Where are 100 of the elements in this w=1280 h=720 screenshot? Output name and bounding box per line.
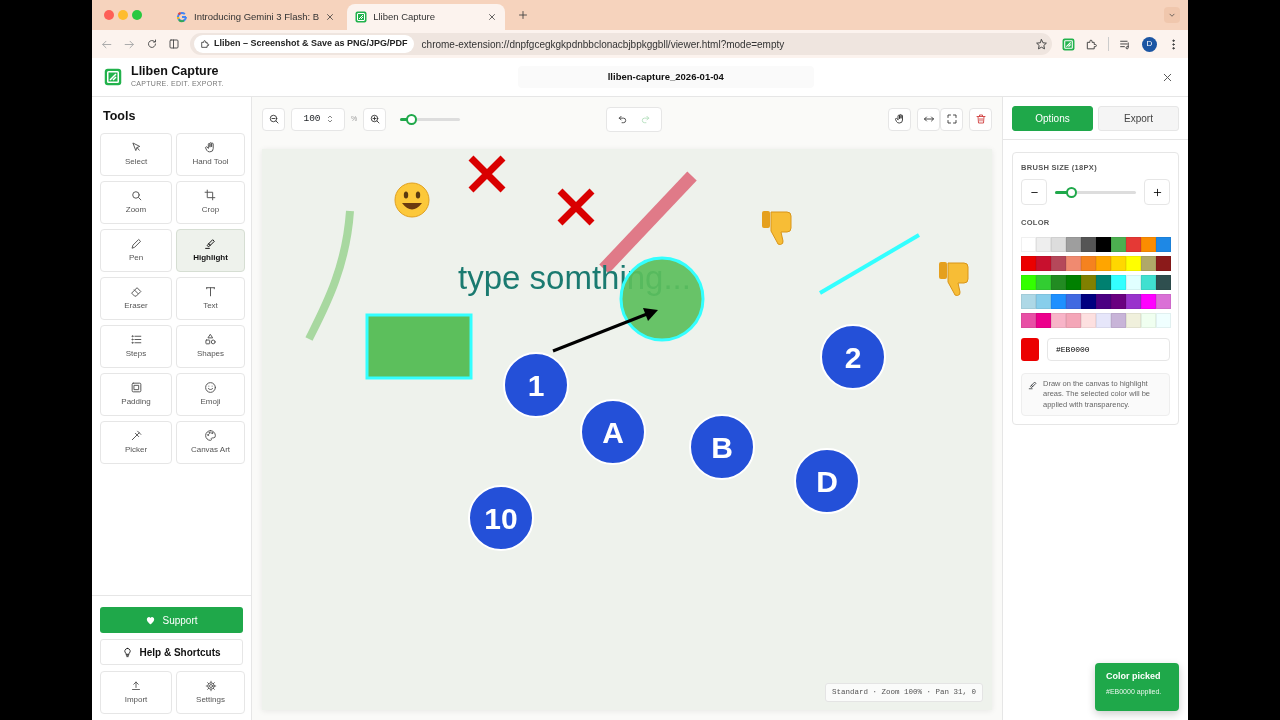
close-window-button[interactable] [104, 10, 114, 20]
color-swatch[interactable] [1066, 293, 1081, 309]
color-swatch[interactable] [1141, 293, 1156, 309]
color-swatch[interactable] [1141, 236, 1156, 252]
color-swatch[interactable] [1066, 255, 1081, 271]
color-swatch[interactable] [1021, 312, 1036, 328]
tool-button[interactable]: Emoji [176, 373, 245, 416]
color-swatch[interactable] [1096, 293, 1111, 309]
tool-button[interactable]: Highlight [176, 229, 245, 272]
color-swatch[interactable] [1156, 236, 1171, 252]
tool-button[interactable]: Canvas Art [176, 421, 245, 464]
color-swatch[interactable] [1126, 274, 1141, 290]
color-swatch[interactable] [1126, 293, 1141, 309]
color-swatch[interactable] [1111, 236, 1126, 252]
thumbs-down-icon [939, 262, 969, 297]
color-swatch[interactable] [1111, 274, 1126, 290]
color-swatch[interactable] [1081, 274, 1096, 290]
help-button[interactable]: Help & Shortcuts [100, 639, 243, 665]
color-swatch[interactable] [1111, 312, 1126, 328]
close-icon[interactable] [487, 12, 498, 22]
spinner-icon[interactable] [326, 114, 333, 124]
color-swatch[interactable] [1021, 274, 1036, 290]
puzzle-icon[interactable] [1085, 37, 1098, 51]
extension-icon[interactable] [1062, 37, 1075, 51]
color-swatch[interactable] [1051, 236, 1066, 252]
new-tab-icon[interactable] [517, 9, 530, 21]
color-swatch[interactable] [1156, 312, 1171, 328]
side-panel-icon[interactable] [168, 38, 180, 50]
color-swatch[interactable] [1126, 312, 1141, 328]
color-swatch[interactable] [1081, 255, 1096, 271]
zoom-out-button[interactable] [262, 107, 285, 131]
site-chip[interactable]: Lliben – Screenshot & Save as PNG/JPG/PDF [194, 35, 414, 53]
star-icon[interactable] [1035, 37, 1048, 51]
eraser-icon [129, 285, 143, 298]
tool-button[interactable]: Steps [100, 325, 172, 368]
address-bar[interactable]: Lliben – Screenshot & Save as PNG/JPG/PDF chrome-extension://dnpfgcegkgkpdnbbclonacbjbpkggbll/viewer.html?mode=empty [190, 33, 1052, 55]
tool-button[interactable]: Text [176, 277, 245, 320]
color-swatch[interactable] [1141, 274, 1156, 290]
tool-button[interactable]: Crop [176, 181, 245, 224]
color-swatch[interactable] [1051, 274, 1066, 290]
eyedropper-icon [129, 429, 143, 442]
settings-icon [204, 679, 217, 692]
color-swatch[interactable] [1111, 293, 1126, 309]
color-swatch[interactable] [1066, 312, 1081, 328]
color-swatch[interactable] [1081, 293, 1096, 309]
color-swatch[interactable] [1096, 255, 1111, 271]
tool-button[interactable]: Eraser [100, 277, 172, 320]
zoom-in-button[interactable] [363, 107, 387, 131]
color-swatch[interactable] [1036, 312, 1051, 328]
color-swatch[interactable] [1036, 293, 1051, 309]
color-swatch[interactable] [1096, 236, 1111, 252]
color-swatch[interactable] [1141, 255, 1156, 271]
tool-button[interactable]: Padding [100, 373, 172, 416]
color-swatch[interactable] [1081, 312, 1096, 328]
fullscreen-button[interactable] [940, 107, 963, 131]
maximize-window-button[interactable] [132, 10, 142, 20]
delete-button[interactable] [969, 107, 992, 131]
browser-tab[interactable]: Introducing Gemini 3 Flash: B [168, 4, 344, 30]
profile-avatar[interactable]: D [1142, 36, 1157, 52]
color-swatch[interactable] [1096, 312, 1111, 328]
pan-button[interactable] [888, 107, 911, 131]
color-swatch[interactable] [1156, 255, 1171, 271]
slider-thumb[interactable] [406, 113, 418, 125]
color-swatch[interactable] [1141, 312, 1156, 328]
zoom-field[interactable]: 100 [291, 107, 345, 131]
tool-button[interactable]: Hand Tool [176, 133, 245, 176]
color-swatch[interactable] [1081, 236, 1096, 252]
current-color-swatch[interactable] [1021, 337, 1039, 361]
tool-button[interactable]: Pen [100, 229, 172, 272]
color-swatch[interactable] [1021, 255, 1036, 271]
tool-button[interactable]: Picker [100, 421, 172, 464]
import-button[interactable]: Import [100, 671, 172, 714]
color-swatch[interactable] [1051, 312, 1066, 328]
browser-tab[interactable]: Lliben Capture [347, 4, 506, 30]
color-swatch[interactable] [1036, 255, 1051, 271]
reload-icon[interactable] [146, 38, 158, 50]
tool-button[interactable]: Zoom [100, 181, 172, 224]
panel-tab[interactable]: Export [1098, 106, 1179, 131]
fit-width-button[interactable] [917, 107, 940, 131]
color-swatch[interactable] [1156, 293, 1171, 309]
hex-input-field[interactable]: #EB0000 [1047, 337, 1170, 361]
color-swatch[interactable] [1066, 236, 1081, 252]
color-swatch[interactable] [1111, 255, 1126, 271]
color-swatch[interactable] [1021, 236, 1036, 252]
color-swatch[interactable] [1126, 236, 1141, 252]
color-swatch[interactable] [1156, 274, 1171, 290]
color-swatch[interactable] [1036, 236, 1051, 252]
close-icon[interactable] [325, 12, 336, 22]
color-swatch[interactable] [1126, 255, 1141, 271]
step-marker: 2 [820, 324, 886, 390]
tool-button[interactable]: Shapes [176, 325, 245, 368]
color-swatch[interactable] [1036, 274, 1051, 290]
color-swatch[interactable] [1021, 293, 1036, 309]
color-swatch[interactable] [1051, 255, 1066, 271]
slider-thumb[interactable] [1066, 186, 1078, 198]
color-swatch[interactable] [1066, 274, 1081, 290]
tool-button[interactable]: Select [100, 133, 172, 176]
settings-button[interactable]: Settings [176, 671, 245, 714]
color-swatch[interactable] [1096, 274, 1111, 290]
color-swatch[interactable] [1051, 293, 1066, 309]
